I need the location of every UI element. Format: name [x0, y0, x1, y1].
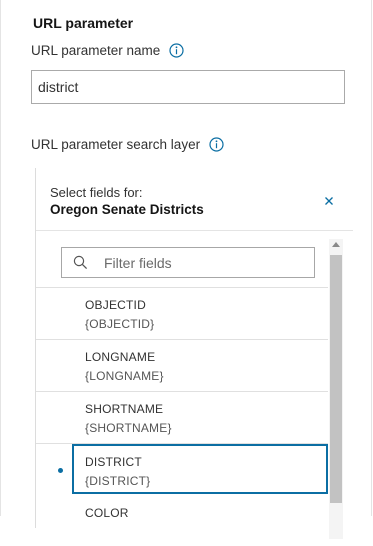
url-parameter-name-label-text: URL parameter name: [31, 43, 161, 58]
field-item-longname[interactable]: LONGNAME {LONGNAME}: [73, 340, 327, 390]
field-name: LONGNAME: [85, 350, 156, 364]
info-icon[interactable]: [169, 43, 184, 58]
layer-name: Oregon Senate Districts: [50, 202, 204, 217]
scroll-up-arrow-icon[interactable]: [332, 242, 340, 247]
divider: [36, 230, 353, 231]
field-token: {SHORTNAME}: [85, 421, 172, 435]
scrollbar[interactable]: [329, 239, 343, 539]
field-item-objectid[interactable]: OBJECTID {OBJECTID}: [73, 288, 327, 338]
url-parameter-search-layer-label-text: URL parameter search layer: [31, 137, 201, 152]
panel-left-edge: [0, 0, 1, 516]
url-parameter-name-input[interactable]: [31, 70, 345, 104]
url-parameter-search-layer-label: URL parameter search layer: [31, 137, 224, 152]
field-item-shortname[interactable]: SHORTNAME {SHORTNAME}: [73, 392, 327, 442]
field-token: {LONGNAME}: [85, 369, 164, 383]
select-fields-label: Select fields for:: [50, 185, 143, 200]
field-token: {OBJECTID}: [85, 317, 155, 331]
info-icon[interactable]: [209, 137, 224, 152]
field-item-color[interactable]: COLOR: [73, 496, 327, 546]
section-title: URL parameter: [33, 15, 134, 31]
filter-fields-box: [61, 247, 315, 278]
field-name: SHORTNAME: [85, 402, 164, 416]
scrollbar-thumb[interactable]: [330, 255, 342, 503]
panel-right-edge: [371, 0, 372, 516]
field-picker-panel: Select fields for: Oregon Senate Distric…: [35, 168, 353, 539]
url-parameter-name-label: URL parameter name: [31, 43, 184, 58]
field-token: {DISTRICT}: [85, 474, 151, 488]
close-icon[interactable]: [323, 194, 335, 206]
field-item-district[interactable]: DISTRICT {DISTRICT}: [72, 444, 328, 494]
field-name: OBJECTID: [85, 298, 146, 312]
search-icon: [73, 255, 88, 270]
field-name: DISTRICT: [85, 455, 142, 469]
filter-fields-input[interactable]: [102, 253, 296, 272]
selected-indicator-dot: [58, 468, 63, 473]
field-name: COLOR: [85, 506, 129, 520]
